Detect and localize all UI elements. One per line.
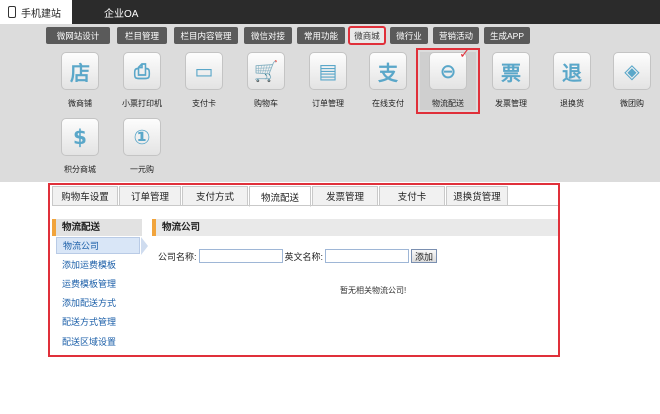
module-logistics[interactable]: ✓ ⊖ 物流配送	[416, 46, 480, 114]
tab-orders[interactable]: 订单管理	[119, 186, 181, 206]
one-yuan-icon: ①	[133, 125, 151, 149]
menu-item-column-content[interactable]: 栏目内容管理	[174, 27, 238, 44]
module-label: 在线支付	[372, 99, 404, 108]
english-name-input[interactable]	[325, 249, 410, 263]
pay-icon: 支	[378, 60, 398, 85]
add-button[interactable]: 添加	[411, 249, 438, 263]
module-points-mall[interactable]: $ 积分商城	[52, 118, 108, 175]
tab-returns[interactable]: 退换货管理	[446, 186, 508, 206]
module-label: 购物车	[254, 99, 278, 108]
top-bar: 手机建站 企业OA	[0, 0, 660, 24]
invoice-icon: 票	[501, 60, 521, 85]
module-label: 积分商城	[64, 165, 96, 174]
empty-message: 暂无相关物流公司!	[340, 286, 407, 295]
order-icon: ▤	[318, 59, 338, 83]
sidebar-item-delivery-regions[interactable]: 配送区域设置	[56, 334, 140, 351]
steering-wheel-icon: ⊖	[439, 59, 457, 83]
tag-icon: ◈	[624, 59, 640, 83]
english-name-label: 英文名称:	[284, 251, 324, 262]
module-label: 订单管理	[312, 99, 344, 108]
menu-item-wechat[interactable]: 微信对接	[244, 27, 292, 44]
phone-icon	[8, 6, 16, 18]
module-cart[interactable]: 🛒 购物车	[238, 52, 294, 109]
checkmark-icon: ✓	[459, 46, 470, 61]
store-icon: 店	[70, 60, 90, 85]
module-label: 微团购	[620, 99, 644, 108]
menu-item-mall[interactable]: 微商城	[348, 26, 386, 45]
tab-divider	[52, 205, 558, 206]
module-label: 一元购	[130, 165, 154, 174]
module-label: 发票管理	[495, 99, 527, 108]
module-return[interactable]: 退 退换货	[544, 52, 600, 109]
points-mall-icon: $	[73, 125, 87, 149]
tab-payment[interactable]: 支付方式	[182, 186, 248, 206]
active-arrow-icon	[141, 237, 148, 255]
sidebar-title: 物流配送	[52, 219, 142, 236]
company-form: 公司名称: 英文名称: 添加	[158, 248, 438, 264]
sidebar-item-add-delivery[interactable]: 添加配送方式	[56, 295, 140, 312]
company-name-input[interactable]	[198, 249, 283, 263]
module-orders[interactable]: ▤ 订单管理	[300, 52, 356, 109]
grid-icon	[88, 7, 99, 18]
menu-item-site-design[interactable]: 微网站设计	[46, 27, 110, 44]
module-label: 小票打印机	[122, 99, 162, 108]
cart-icon: 🛒	[253, 59, 279, 83]
printer-icon: ⎙	[134, 59, 150, 83]
module-invoice[interactable]: 票 发票管理	[483, 52, 539, 109]
top-tab-label: 手机建站	[21, 8, 61, 20]
tab-cart-settings[interactable]: 购物车设置	[52, 186, 118, 206]
sidebar-item-companies[interactable]: 物流公司	[56, 237, 140, 254]
module-one-yuan[interactable]: ① 一元购	[114, 118, 170, 175]
main-title: 物流公司	[152, 219, 558, 236]
return-icon: 退	[562, 60, 582, 85]
menu-item-industry[interactable]: 微行业	[390, 27, 428, 44]
card-icon: ▭	[194, 59, 214, 83]
module-label: 支付卡	[192, 99, 216, 108]
top-tab-mobile-site[interactable]: 手机建站	[0, 0, 72, 24]
sidebar-item-add-freight-template[interactable]: 添加运费模板	[56, 257, 140, 274]
tab-pay-card[interactable]: 支付卡	[379, 186, 445, 206]
module-pay-card[interactable]: ▭ 支付卡	[176, 52, 232, 109]
tab-invoice[interactable]: 发票管理	[312, 186, 378, 206]
top-tab-label: 企业OA	[104, 8, 139, 20]
tab-logistics[interactable]: 物流配送	[249, 186, 311, 207]
menu-item-marketing[interactable]: 营销活动	[433, 27, 479, 44]
top-tab-oa[interactable]: 企业OA	[80, 0, 150, 24]
menu-item-common[interactable]: 常用功能	[297, 27, 345, 44]
module-label: 退换货	[560, 99, 584, 108]
company-name-label: 公司名称:	[158, 251, 197, 262]
main-menu: 微网站设计 栏目管理 栏目内容管理 微信对接 常用功能 微商城 微行业 营销活动…	[0, 24, 660, 46]
module-group-buy[interactable]: ◈ 微团购	[604, 52, 660, 109]
menu-item-columns[interactable]: 栏目管理	[117, 27, 167, 44]
module-label: 微商铺	[68, 99, 92, 108]
sidebar-item-delivery-methods[interactable]: 配送方式管理	[56, 314, 140, 331]
menu-item-app[interactable]: 生成APP	[484, 27, 530, 44]
sidebar-item-freight-templates[interactable]: 运费模板管理	[56, 276, 140, 293]
module-label: 物流配送	[432, 99, 464, 108]
module-store[interactable]: 店 微商铺	[52, 52, 108, 109]
module-printer[interactable]: ⎙ 小票打印机	[114, 52, 170, 109]
module-online-pay[interactable]: 支 在线支付	[360, 52, 416, 109]
